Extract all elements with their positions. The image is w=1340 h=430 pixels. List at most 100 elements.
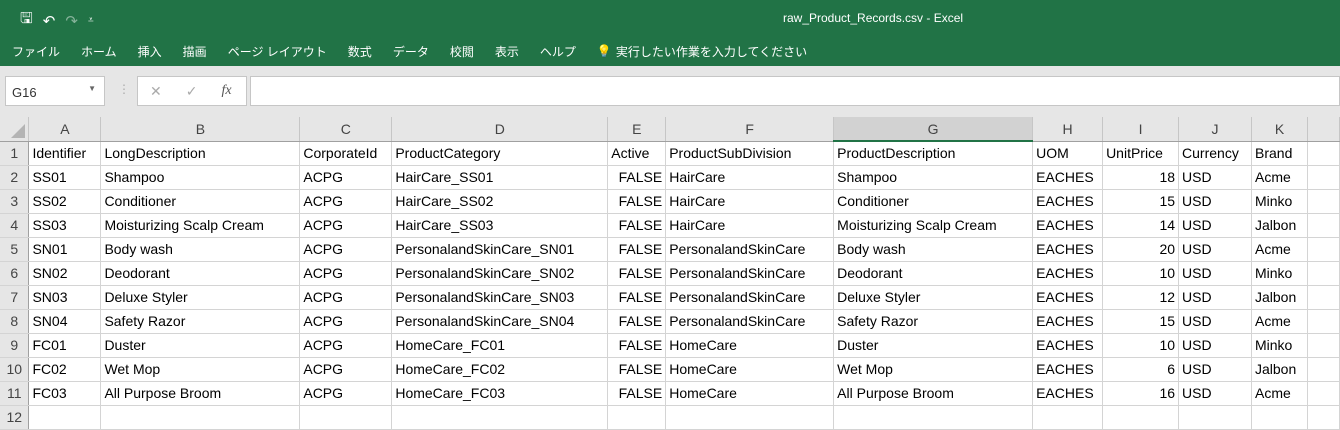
cell[interactable]: EACHES [1032,237,1104,262]
ribbon-tab[interactable]: ヘルプ [540,43,576,60]
cell[interactable]: Duster [100,333,301,358]
cell[interactable]: USD [1178,189,1252,214]
cell[interactable]: Minko [1251,261,1308,286]
column-header[interactable]: K [1251,117,1308,142]
row-header[interactable]: 2 [0,165,30,190]
cell[interactable] [391,405,609,430]
cell[interactable]: HomeCare [665,381,835,406]
cell[interactable]: ACPG [299,285,393,310]
cell[interactable]: Minko [1251,333,1308,358]
cell[interactable]: SS01 [28,165,102,190]
cell[interactable]: FALSE [607,189,667,214]
cell[interactable]: ProductSubDivision [665,141,835,166]
cell[interactable]: PersonalandSkinCare [665,285,835,310]
cell[interactable]: Currency [1178,141,1252,166]
cell[interactable]: 6 [1102,357,1180,382]
splitter-handle[interactable]: ⋮ [118,82,130,96]
row-header[interactable]: 12 [0,405,30,430]
cell[interactable]: Safety Razor [833,309,1034,334]
ribbon-tab[interactable]: 挿入 [138,43,162,60]
cell[interactable]: ACPG [299,309,393,334]
cell[interactable]: Acme [1251,237,1308,262]
ribbon-tab[interactable]: 校閲 [450,43,474,60]
cell[interactable]: All Purpose Broom [100,381,301,406]
cell[interactable] [1307,141,1340,166]
column-header[interactable]: G [833,117,1034,142]
column-header[interactable] [1307,117,1340,142]
cell[interactable]: FC01 [28,333,102,358]
cell[interactable]: PersonalandSkinCare [665,261,835,286]
cell[interactable]: Body wash [100,237,301,262]
cell[interactable]: SS02 [28,189,102,214]
cell[interactable]: EACHES [1032,309,1104,334]
cell[interactable] [607,405,667,430]
cell[interactable]: EACHES [1032,189,1104,214]
cell[interactable]: ACPG [299,237,393,262]
cell[interactable]: ProductDescription [833,141,1034,166]
cell[interactable]: Conditioner [100,189,301,214]
cell[interactable] [833,405,1034,430]
cell[interactable] [1251,405,1308,430]
cell[interactable]: Moisturizing Scalp Cream [100,213,301,238]
cell[interactable]: EACHES [1032,381,1104,406]
cell[interactable]: FALSE [607,165,667,190]
cell[interactable]: Moisturizing Scalp Cream [833,213,1034,238]
cell[interactable]: HomeCare [665,333,835,358]
cell[interactable]: SS03 [28,213,102,238]
cell[interactable]: ACPG [299,165,393,190]
cell[interactable]: USD [1178,285,1252,310]
cell[interactable]: USD [1178,237,1252,262]
column-header[interactable]: D [391,117,609,142]
cell[interactable]: Minko [1251,189,1308,214]
formula-input[interactable] [250,76,1340,106]
column-header[interactable]: B [100,117,301,142]
ribbon-tab[interactable]: 表示 [495,43,519,60]
cell[interactable] [1307,165,1340,190]
cell[interactable] [1307,357,1340,382]
cell[interactable]: All Purpose Broom [833,381,1034,406]
cell[interactable]: Shampoo [100,165,301,190]
cell[interactable]: HairCare_SS03 [391,213,609,238]
chevron-down-icon[interactable]: ▼ [88,84,96,93]
cell[interactable]: 10 [1102,261,1180,286]
cell[interactable]: Wet Mop [100,357,301,382]
cell[interactable]: Active [607,141,667,166]
cell[interactable]: UnitPrice [1102,141,1180,166]
cell[interactable]: EACHES [1032,357,1104,382]
cell[interactable]: HomeCare [665,357,835,382]
cell[interactable] [1307,237,1340,262]
cell[interactable]: Acme [1251,309,1308,334]
ribbon-tab[interactable]: ページ レイアウト [228,43,327,60]
cell[interactable]: HairCare_SS01 [391,165,609,190]
cell[interactable]: HairCare [665,165,835,190]
ribbon-tab[interactable]: ファイル [12,43,60,60]
cell[interactable]: FALSE [607,357,667,382]
cell[interactable] [1307,381,1340,406]
cell[interactable] [1102,405,1180,430]
cell[interactable]: FALSE [607,333,667,358]
cell[interactable]: 20 [1102,237,1180,262]
cell[interactable]: LongDescription [100,141,301,166]
cell[interactable]: Deluxe Styler [833,285,1034,310]
ribbon-tab[interactable]: データ [393,43,429,60]
cell[interactable]: CorporateId [299,141,393,166]
cell[interactable]: 15 [1102,189,1180,214]
cell[interactable]: FC02 [28,357,102,382]
cell[interactable]: ACPG [299,357,393,382]
cell[interactable]: ACPG [299,333,393,358]
save-icon[interactable]: 🖫 [20,8,33,33]
cell[interactable]: 12 [1102,285,1180,310]
cell[interactable]: Deodorant [100,261,301,286]
cell[interactable]: USD [1178,309,1252,334]
row-header[interactable]: 4 [0,213,30,238]
cell[interactable]: Deluxe Styler [100,285,301,310]
row-header[interactable]: 5 [0,237,30,262]
cell[interactable] [100,405,301,430]
cell[interactable]: ACPG [299,381,393,406]
row-header[interactable]: 7 [0,285,30,310]
cell[interactable]: FALSE [607,237,667,262]
cell[interactable]: EACHES [1032,261,1104,286]
cell[interactable]: PersonalandSkinCare_SN01 [391,237,609,262]
insert-function-icon[interactable]: fx [221,83,231,99]
cell[interactable]: HomeCare_FC02 [391,357,609,382]
